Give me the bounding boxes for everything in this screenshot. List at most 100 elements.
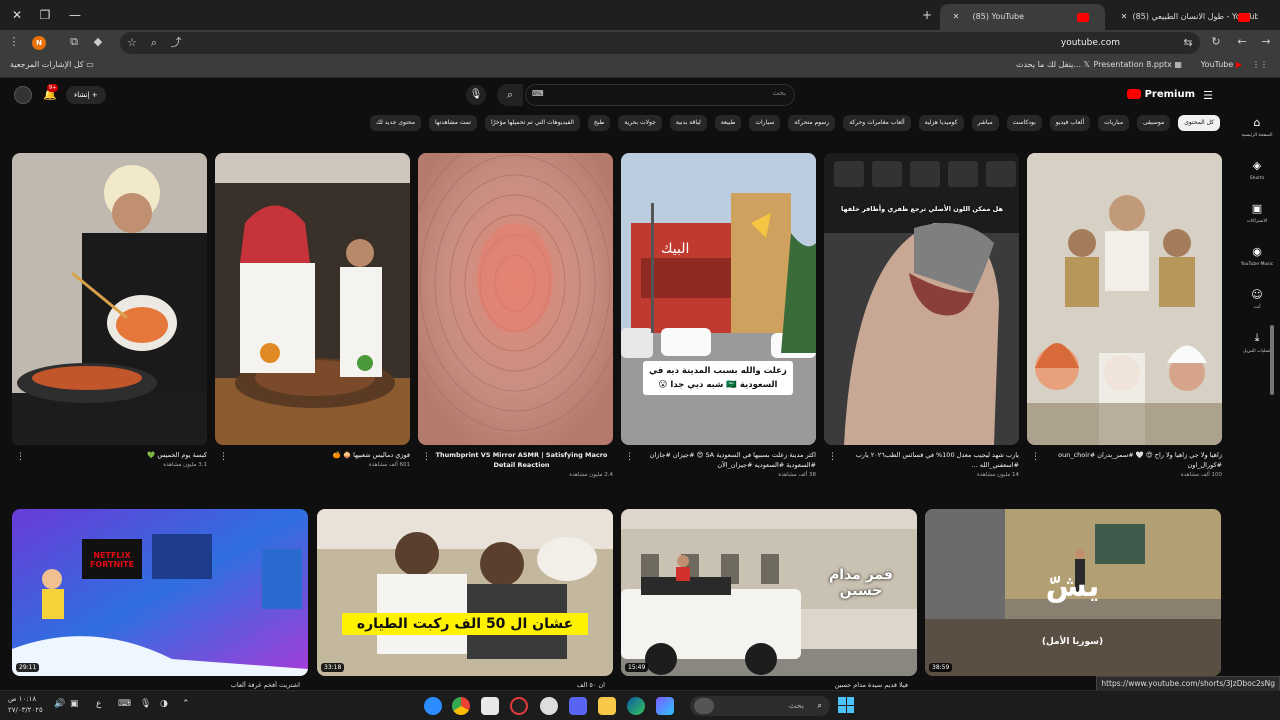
bookmark-presentation[interactable]: Presentation 8.pptx ▦ <box>1093 60 1182 69</box>
app-icon[interactable] <box>481 697 499 715</box>
chrome-icon[interactable] <box>452 697 470 715</box>
bookmarks-apps-icon[interactable]: ⋮⋮ <box>1252 60 1268 69</box>
forward-icon[interactable]: ← <box>1234 34 1250 50</box>
extension-puzzle-icon[interactable]: ◆ <box>90 34 106 50</box>
site-settings-icon[interactable]: ⇆ <box>1180 35 1196 51</box>
filter-chip[interactable]: بودكاست <box>1006 115 1042 131</box>
filter-chip[interactable]: كل المحتوى <box>1178 115 1220 131</box>
more-actions-icon[interactable]: ⋮ <box>16 452 25 462</box>
weather-app-icon[interactable] <box>424 697 442 715</box>
tab-youtube-active[interactable]: ✕ (85) YouTube <box>940 4 1105 30</box>
input-language[interactable]: ع <box>96 699 101 709</box>
short-thumbnail[interactable] <box>418 153 613 445</box>
short-thumbnail[interactable] <box>215 153 410 445</box>
video-title[interactable]: ان ٥٠ الف <box>325 681 605 689</box>
video-title[interactable]: فيلا قديم سيدة مدام حسين <box>628 681 908 689</box>
tray-app-icon[interactable]: ◑ <box>160 699 168 709</box>
back-icon[interactable]: → <box>1258 34 1274 50</box>
settings-icon[interactable] <box>540 697 558 715</box>
filter-chip[interactable]: موسيقى <box>1137 115 1171 131</box>
close-window-icon[interactable]: ✕ <box>8 6 26 24</box>
filter-chip[interactable]: الفيديوهات التي تم تحميلها مؤخرًا <box>484 115 580 131</box>
taskbar-search[interactable]: بحث ⌕ <box>690 696 830 716</box>
video-thumbnail[interactable]: قمر مدام حسين 15:49 <box>621 509 917 676</box>
maximize-window-icon[interactable]: ❐ <box>36 6 54 24</box>
extensions-icon[interactable]: ⧉ <box>66 34 82 50</box>
sidenav-item[interactable]: ⌂ الصفحة الرئيسية <box>1234 116 1280 153</box>
hamburger-menu-icon[interactable]: ☰ <box>1203 89 1213 102</box>
windows-start-icon[interactable] <box>838 697 854 713</box>
short-title[interactable]: كبسة يوم الخميس 💚 <box>12 450 207 460</box>
filter-chip[interactable]: رسوم متحركة <box>788 115 836 131</box>
filter-chip[interactable]: طبخ <box>587 115 611 131</box>
search-button[interactable]: ⌕ <box>497 84 523 106</box>
video-title[interactable]: اشتريت أفخم غرفة ألعاب <box>20 681 300 689</box>
all-bookmarks[interactable]: كل الإشارات المرجعية ▭ <box>10 60 94 69</box>
sidenav-item[interactable]: ◉ YouTube Music <box>1234 245 1280 282</box>
sidenav-item[interactable]: ▣ الاشتراكات <box>1234 202 1280 239</box>
page-scrollbar[interactable] <box>1270 325 1274 395</box>
filter-chip[interactable]: سيارات <box>749 115 781 131</box>
short-title[interactable]: اكثر مدينة زعلت بسببها في السعودية SA 😍 … <box>621 450 816 470</box>
more-actions-icon[interactable]: ⋮ <box>828 452 837 462</box>
more-actions-icon[interactable]: ⋮ <box>219 452 228 462</box>
short-thumbnail[interactable] <box>1027 153 1222 445</box>
omnibox[interactable]: ☆ ⌕ ⤴ youtube.com ⇆ <box>120 32 1200 54</box>
video-thumbnail[interactable]: عشان ال 50 الف ركبت الطياره 33:18 <box>317 509 613 676</box>
sidenav-item[interactable]: ◈ Shorts <box>1234 159 1280 196</box>
keyboard-icon[interactable]: ⌨ <box>532 89 544 98</box>
more-actions-icon[interactable]: ⋮ <box>1031 452 1040 462</box>
app-icon[interactable] <box>510 697 528 715</box>
filter-chip[interactable]: طبيعة <box>714 115 742 131</box>
tab-youtube-second[interactable]: ✕ (85) طول الانسان الطبيعي - YouTube <box>1108 4 1258 30</box>
discord-icon[interactable] <box>569 697 587 715</box>
short-thumbnail[interactable]: هل ممكن اللون الأصلي ترجع ظفري وأظافر خل… <box>824 153 1019 445</box>
new-tab-icon[interactable]: + <box>918 6 936 24</box>
search-input[interactable]: بحث ⌨ <box>525 84 795 106</box>
filter-chip[interactable]: محتوى جديد لك <box>369 115 422 131</box>
video-thumbnail[interactable]: NETFLIX FORTNITE 29:11 <box>12 509 308 676</box>
video-thumbnail[interactable]: يشّ (سوريا الأمل) 38:59 <box>925 509 1221 676</box>
microphone-icon[interactable]: 🎙 <box>140 699 151 709</box>
menu-kebab-icon[interactable]: ⋮ <box>6 34 22 50</box>
notifications-bell-icon[interactable]: 🔔 9+ <box>43 84 59 101</box>
filter-chip[interactable]: مباشر <box>971 115 999 131</box>
filter-chip[interactable]: كوميديا هزلية <box>918 115 964 131</box>
file-explorer-icon[interactable] <box>598 697 616 715</box>
reload-icon[interactable]: ↻ <box>1208 34 1224 50</box>
short-thumbnail[interactable] <box>12 153 207 445</box>
share-icon[interactable]: ⤴ <box>168 35 184 51</box>
filter-chip[interactable]: ألعاب مغامرات وحركة <box>843 115 911 131</box>
short-title[interactable]: زاهيا ولا جي زاهيا ولا راح 😍 🤍 #سمر_بدرا… <box>1027 450 1222 470</box>
filter-chip[interactable]: ألعاب فيديو <box>1049 115 1091 131</box>
bookmark-x[interactable]: ينقل لك ما يحدث... 𝕏 <box>1016 60 1090 69</box>
keyboard-icon[interactable]: ⌨ <box>118 699 131 709</box>
more-actions-icon[interactable]: ⋮ <box>422 452 431 462</box>
volume-icon[interactable]: 🔊 <box>54 699 65 709</box>
filter-chip[interactable]: تمت مشاهدتها <box>429 115 477 131</box>
account-avatar[interactable] <box>14 86 32 104</box>
filter-chip[interactable]: جولات بحرية <box>618 115 662 131</box>
filter-chip[interactable]: مباريات <box>1098 115 1130 131</box>
show-hidden-icons-icon[interactable]: ⌃ <box>182 699 190 709</box>
minimize-window-icon[interactable]: — <box>66 6 84 24</box>
short-title[interactable]: Thumbprint VS Mirror ASMR | Satisfying M… <box>418 450 613 470</box>
network-icon[interactable]: ▣ <box>70 699 79 709</box>
short-title[interactable]: يارب شهد ليجيب معدل 100% في قسائس الطب٢٠… <box>824 450 1019 470</box>
more-actions-icon[interactable]: ⋮ <box>625 452 634 462</box>
copilot-icon[interactable] <box>656 697 674 715</box>
youtube-premium-logo[interactable]: Premium <box>1124 89 1195 100</box>
voice-search-icon[interactable]: 🎙 <box>466 85 486 105</box>
short-thumbnail[interactable]: البيك زعلت والله بسبب المدينة ديه في الس… <box>621 153 816 445</box>
zoom-icon[interactable]: ⌕ <box>146 35 162 51</box>
profile-avatar[interactable]: N <box>32 36 46 50</box>
edge-icon[interactable] <box>627 697 645 715</box>
tab-close-icon[interactable]: ✕ <box>1118 4 1130 30</box>
short-title[interactable]: قوزي دماليس شعبيها 🧅 🍊 <box>215 450 410 460</box>
sidenav-item[interactable]: ☺ أنت <box>1234 288 1280 325</box>
filter-chip[interactable]: لياقة بدنية <box>669 115 707 131</box>
create-button[interactable]: إنشاء + <box>66 86 106 104</box>
tab-close-icon[interactable]: ✕ <box>950 4 962 30</box>
bookmark-star-icon[interactable]: ☆ <box>124 35 140 51</box>
bookmark-youtube[interactable]: YouTube ▶ <box>1201 60 1242 69</box>
